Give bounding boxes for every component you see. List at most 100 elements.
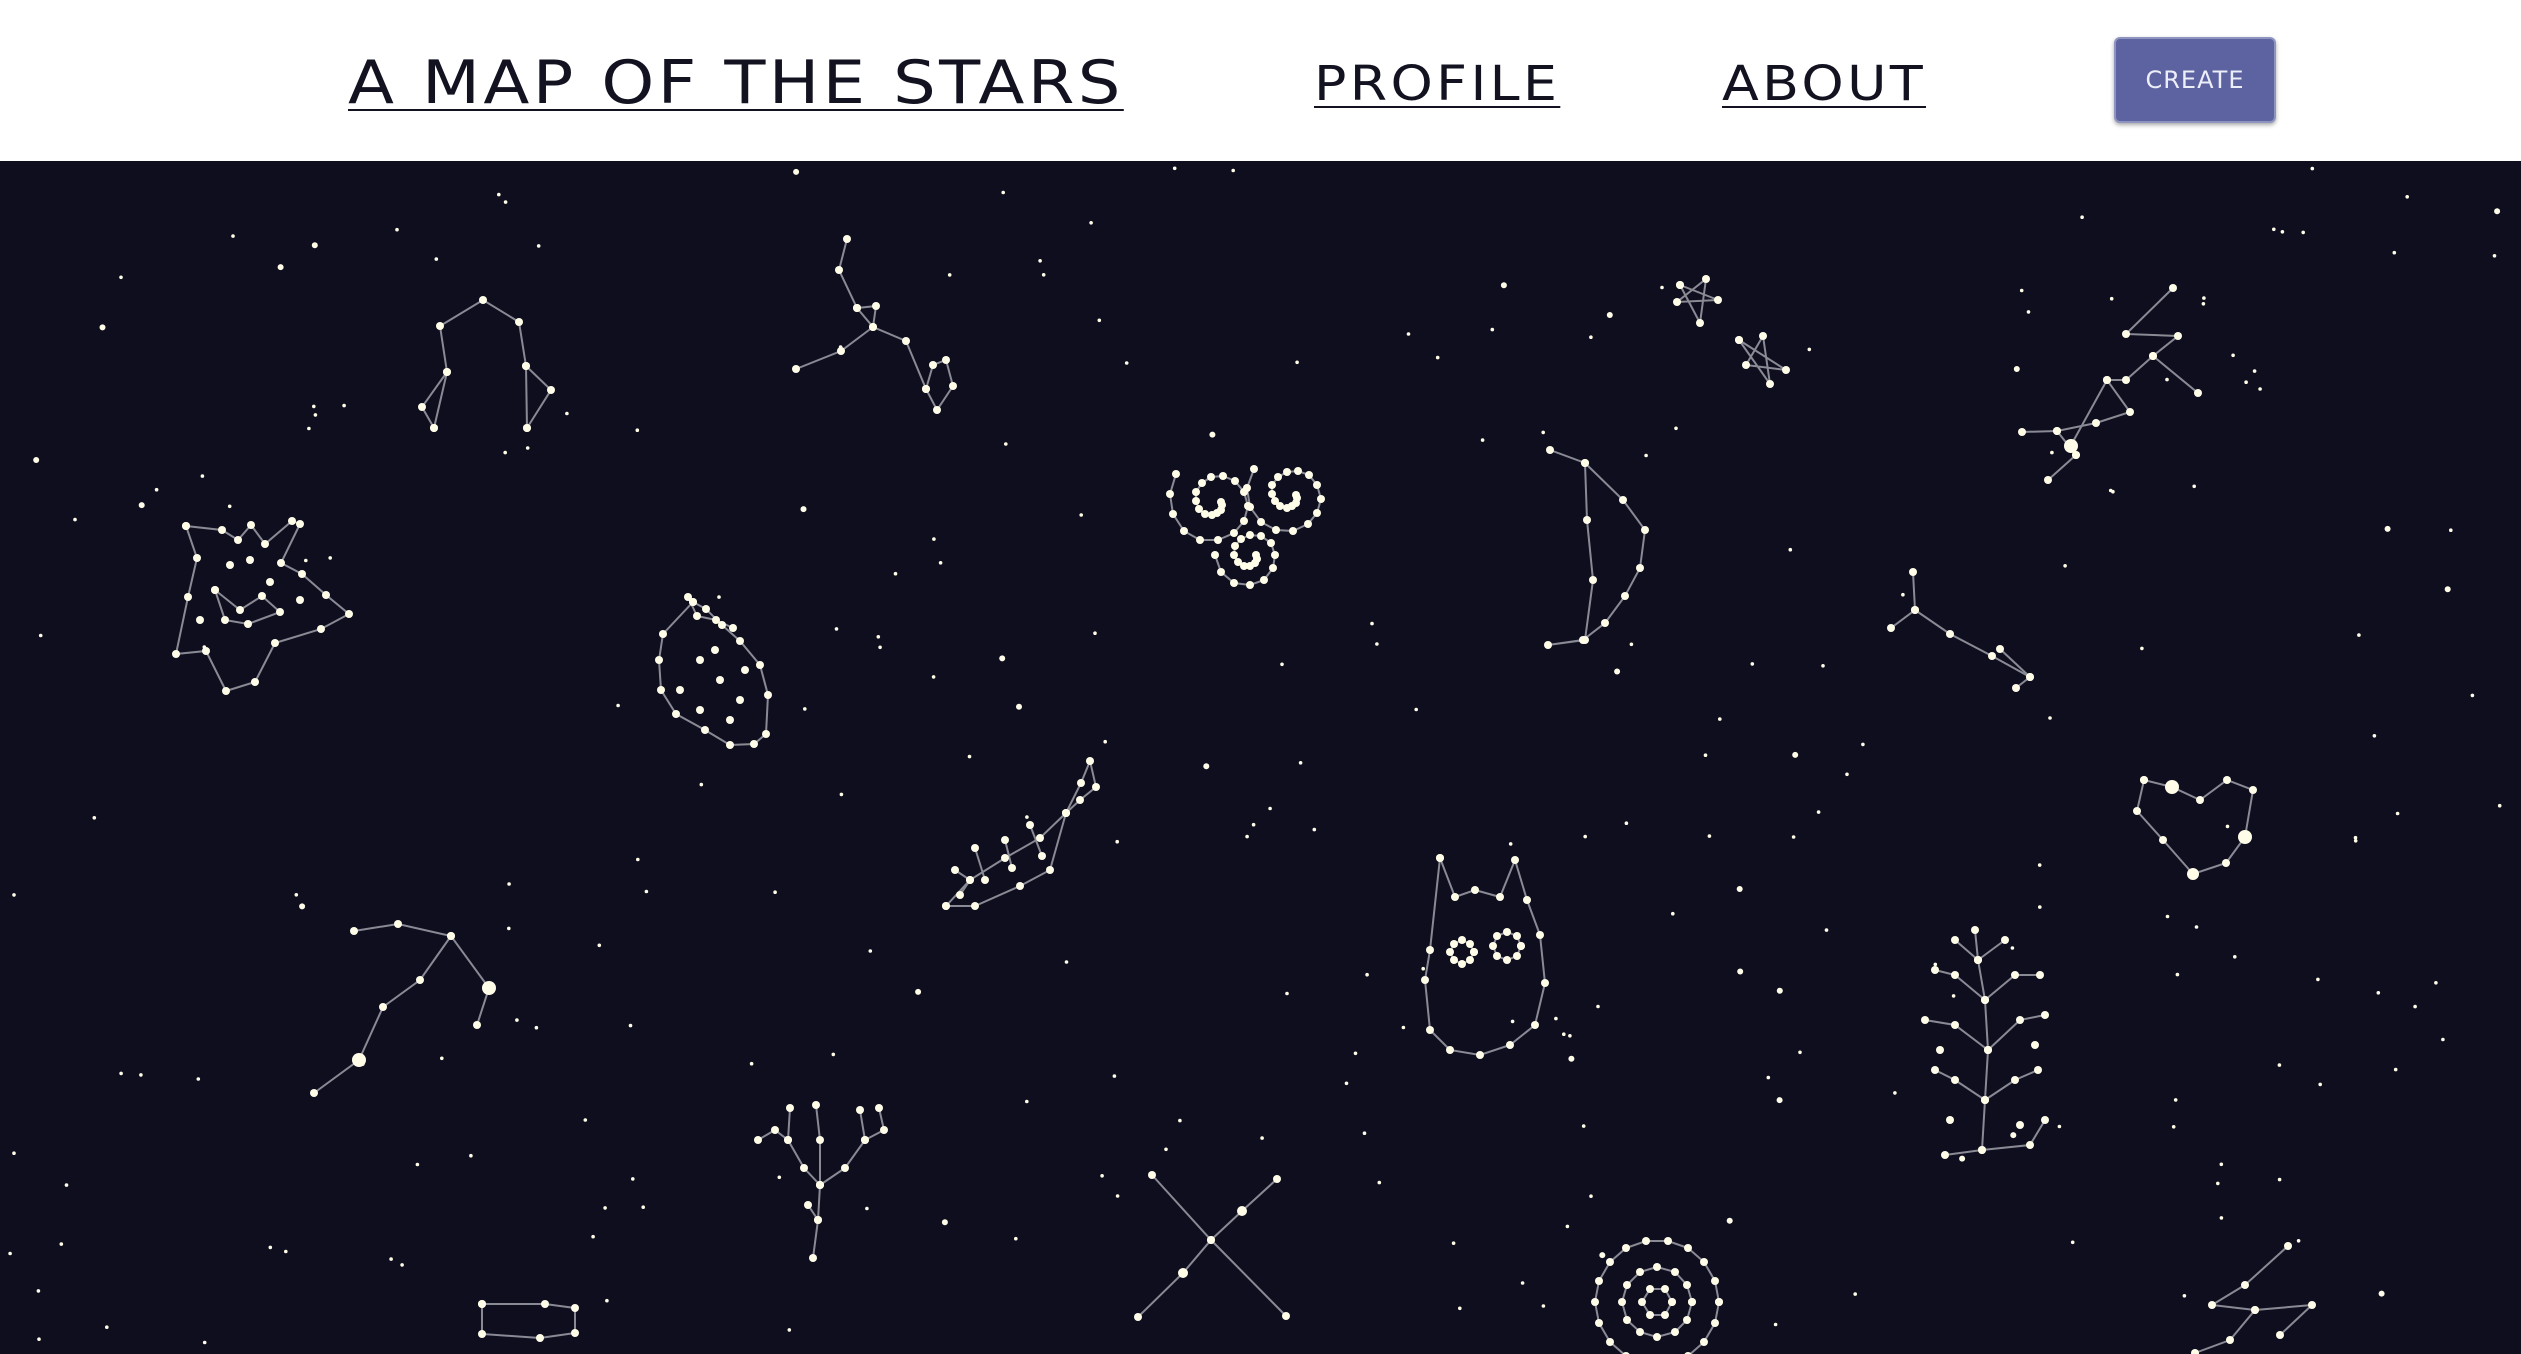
constellation-star [1503,956,1511,964]
background-star [1766,1075,1771,1080]
create-button[interactable]: CREATE [2114,37,2276,123]
background-star [1893,1091,1897,1095]
constellation-archer[interactable] [310,920,496,1097]
constellation-star [2044,476,2052,484]
constellation-star [2122,376,2130,384]
constellation-star [1230,551,1238,559]
background-star [2026,310,2031,314]
constellation-star [2226,1336,2234,1344]
constellation-star [853,304,861,312]
background-star [1750,662,1755,666]
constellation-arches[interactable] [418,296,555,432]
constellation-line [433,298,528,429]
constellation-star [1466,940,1474,948]
constellation-star [1001,854,1009,862]
constellation-star [1493,952,1501,960]
constellation-star [443,368,451,376]
constellation-star [1683,1316,1691,1324]
background-star [597,943,602,948]
background-star [1541,430,1545,435]
constellation-donut[interactable] [1591,1237,1723,1354]
constellation-cross[interactable] [1134,1171,1290,1321]
background-star [268,1245,273,1250]
constellation-lightning[interactable] [2191,1242,2316,1354]
constellation-star [1166,490,1174,498]
constellation-star [1038,852,1046,860]
constellation-star [418,403,426,411]
constellation-line [1423,856,1547,1057]
constellation-star [2018,428,2026,436]
background-star [200,474,205,478]
background-star [534,1025,539,1030]
constellation-line [1984,1069,2039,1101]
constellation-ladder-block[interactable] [478,1300,579,1342]
constellation-leafy-branch[interactable] [1921,926,2049,1159]
constellation-star [1283,468,1291,476]
constellation-star [1476,1051,1484,1059]
constellation-heart[interactable] [2133,776,2257,880]
constellation-star [261,540,269,548]
constellation-strawberry[interactable] [655,593,772,749]
constellation-star [2222,859,2230,867]
constellation-star-pair[interactable] [1673,275,1790,388]
constellation-star [942,902,950,910]
constellation-star [1450,956,1458,964]
constellation-flower[interactable] [172,517,353,695]
constellation-star [2140,776,2148,784]
constellation-owl[interactable] [1421,854,1549,1059]
background-star [2376,991,2381,995]
background-star [2219,1216,2224,1220]
background-star [1362,1131,1367,1135]
constellation-star [1951,971,1959,979]
constellation-ladder-cluster[interactable] [2018,284,2202,484]
constellation-star [1274,473,1282,481]
constellation-line [1984,974,2040,1001]
constellation-star [1317,495,1325,503]
constellation-star [1978,1146,1986,1154]
constellation-star [1192,497,1200,505]
background-star [636,857,640,862]
background-star [1901,592,1905,597]
constellation-star [1546,446,1554,454]
constellation-star [1273,1175,1281,1183]
background-star [787,1328,792,1332]
site-title-link[interactable]: A MAP OF THE STARS [348,48,1124,118]
constellation-dragon[interactable] [792,235,957,414]
constellation-fish-bone[interactable] [942,757,1100,910]
constellation-star [1971,926,1979,934]
constellation-star [310,1089,318,1097]
background-star [2318,1082,2322,1087]
star-map-canvas[interactable] [0,161,2521,1354]
constellation-arrow[interactable] [1887,568,2034,692]
background-star [793,168,800,175]
constellation-star [2251,1306,2259,1314]
background-star [2225,824,2230,829]
background-star [2393,1067,2398,1072]
background-star [803,707,807,711]
constellation-tree[interactable] [754,1101,888,1262]
constellation-star [2159,836,2167,844]
nav-profile-link[interactable]: PROFILE [1314,56,1560,112]
constellation-star [1606,1258,1614,1266]
constellation-crescent-moon[interactable] [1544,446,1649,649]
constellation-star [1496,893,1504,901]
nav-about-link[interactable]: ABOUT [1722,56,1926,112]
background-star [1776,1097,1783,1104]
constellation-star [672,710,680,718]
background-star [8,1251,12,1256]
constellation-line [1890,571,1917,629]
background-star [196,1077,201,1081]
constellation-star [712,616,720,624]
background-star [1707,834,1712,838]
constellation-star [1911,606,1919,614]
background-star [1097,318,1102,323]
constellation-star [1466,956,1474,964]
background-star [1736,886,1743,892]
background-star [749,1061,754,1066]
constellation-star [1951,1021,1959,1029]
constellation-swirls[interactable] [1166,465,1325,589]
constellation-star [1268,490,1276,498]
constellation-star [478,1300,486,1308]
constellation-star [1230,579,1238,587]
background-star [59,1242,64,1246]
